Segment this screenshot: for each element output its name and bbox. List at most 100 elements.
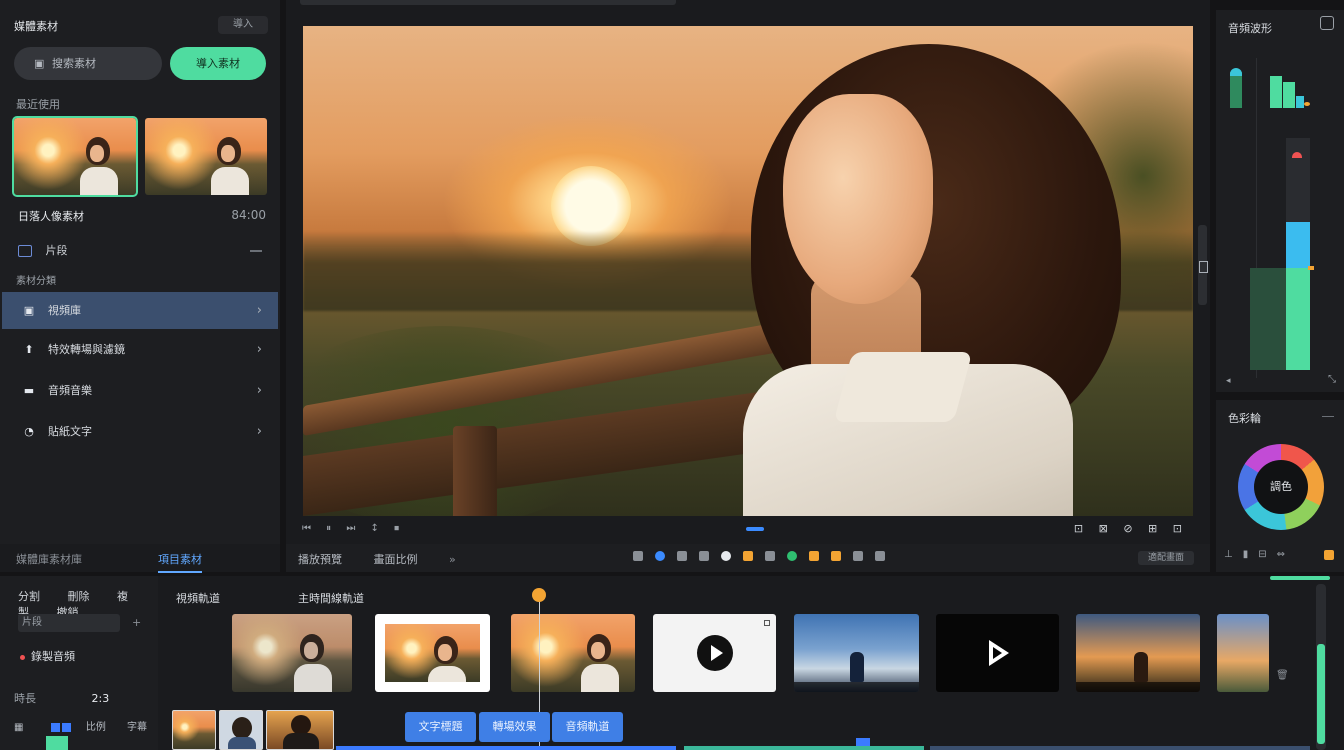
timeline-clip[interactable] [1076,614,1200,692]
tool-split[interactable]: 分割 [18,590,40,603]
color-wheel[interactable]: 調色 [1238,444,1324,530]
panel-import-button[interactable]: 導入 [218,16,268,34]
zoom-indicator [1270,576,1330,580]
row-label: 比例 [85,722,106,733]
timeline-scrollbar[interactable] [1316,584,1326,750]
play-icon[interactable] [696,635,733,671]
menu-item-stickers[interactable]: ◔ 貼紙文字 › [2,413,278,450]
row-label: 字幕 [127,722,148,733]
toolbar-tool-icon[interactable] [765,551,775,561]
timeline-clip-selected[interactable] [375,614,490,692]
timeline-clip[interactable] [232,614,352,692]
import-media-button[interactable]: 導入素材 [170,47,266,80]
search-pill-label: 搜索素材 [52,57,96,70]
audio-thumb[interactable] [266,710,334,750]
text-track-tag[interactable]: 文字標題 [405,712,476,742]
timeline-sidebar: 分割 刪除 複製 撤銷 片段 + 錄製音頻 時長 2:3 ▦ 比例 字幕 [0,576,158,750]
preview-panel: ⏮ ⏸ ⏭ ↕ ⏹ ⊡ ⊠ ⊘ ⊞ ⊡ 播放預覽 畫面比例 » 適配畫面 [286,0,1210,572]
menu-item-effects[interactable]: ⬆ 特效轉場與濾鏡 › [2,331,278,368]
meter-bar [1270,76,1282,108]
toolbar-more[interactable]: » [449,553,456,566]
toolbar-tool-icon[interactable] [853,551,863,561]
blue-block [50,722,60,732]
preview-toolbar: 播放預覽 畫面比例 » 適配畫面 [286,544,1210,572]
tool-icon-row [633,551,897,564]
menu-item-audio[interactable]: ▬ 音頻音樂 › [2,372,278,409]
track-marker [856,738,870,746]
clip-row[interactable]: 片段 [18,242,266,260]
audio-track-tag[interactable]: 音頻軌道 [552,712,623,742]
toolbar-left: 播放預覽 畫面比例 » [298,551,484,567]
preview-side-handle[interactable] [1198,225,1208,305]
portrait-figure [78,133,118,195]
main-track-header: 主時間線軌道 [298,592,364,605]
level-fill-green [1286,268,1310,370]
playhead[interactable] [532,588,546,602]
toolbar-tool-icon[interactable] [787,551,797,561]
timeline-clip[interactable] [511,614,635,692]
toolbar-tool-icon[interactable] [721,551,731,561]
menu-item-label: 特效轉場與濾鏡 [48,343,125,356]
toolbar-tool-icon[interactable] [875,551,885,561]
timer-icon: ◔ [24,425,34,438]
tab-project-media[interactable]: 項目素材 [158,551,202,573]
clip-icon [18,245,32,257]
toolbar-tool-icon[interactable] [743,551,753,561]
chevron-right-icon: › [256,342,262,357]
play-outline-icon[interactable] [983,638,1013,668]
close-icon[interactable] [1320,16,1334,30]
chevron-right-icon: › [256,424,262,439]
toolbar-tool-icon[interactable] [831,551,841,561]
timeline-panel: 分割 刪除 複製 撤銷 片段 + 錄製音頻 時長 2:3 ▦ 比例 字幕 視頻軌… [0,576,1344,750]
minimize-icon[interactable] [1322,416,1334,417]
portrait-figure [209,133,249,195]
media-thumb-1[interactable] [12,116,138,197]
tab-library[interactable]: 媒體庫素材庫 [16,551,82,567]
timeline-clip-video[interactable] [653,614,776,692]
search-pill[interactable]: ▣ 搜索素材 [14,47,162,80]
timeline-clip-partial[interactable] [1217,614,1269,692]
track-strip [336,746,676,750]
scrubber[interactable] [746,527,764,531]
clip-controls-bar [1076,682,1200,692]
transition-track-tag[interactable]: 轉場效果 [479,712,550,742]
tool-delete[interactable]: 刪除 [68,590,90,603]
meter-left-icon: ◂ [1226,376,1231,386]
timeline-clip-video[interactable] [936,614,1059,692]
preview-tools[interactable]: ⊡ ⊠ ⊘ ⊞ ⊡ [1074,522,1188,535]
toolbar-tool-icon[interactable] [809,551,819,561]
panel-footer-icons[interactable]: ⊥▮⊟⇔ [1224,549,1295,560]
media-row-title: 日落人像素材 [18,210,84,223]
menu-item-video-library[interactable]: ▣ 視頻庫 › [2,292,278,329]
toolbar-tool-icon[interactable] [677,551,687,561]
toolbar-tool-icon[interactable] [655,551,665,561]
record-audio-button[interactable]: 錄製音頻 [20,648,75,664]
audio-thumb[interactable] [219,710,263,750]
toolbar-tool-icon[interactable] [633,551,643,561]
audio-meter-panel: 音頻波形 ◂ ⤡ [1216,10,1344,392]
playback-controls[interactable]: ⏮ ⏸ ⏭ ↕ ⏹ [302,523,405,534]
section-label: 最近使用 [16,98,60,111]
toolbar-item[interactable]: 畫面比例 [374,553,418,566]
menu-item-label: 視頻庫 [48,304,81,317]
color-wheel-panel: 色彩輪 調色 ⊥▮⊟⇔ [1216,400,1344,572]
color-swatch[interactable] [1324,550,1334,560]
timeline-clip[interactable] [794,614,919,692]
meter-bar [1230,72,1242,108]
media-thumb-2[interactable] [145,118,267,195]
corner-icon [764,620,770,626]
toolbar-tool-icon[interactable] [699,551,709,561]
railing-post [453,426,497,516]
fit-button[interactable]: 適配畫面 [1138,551,1194,565]
toolbar-item[interactable]: 播放預覽 [298,553,342,566]
video-track-header: 視頻軌道 [176,592,220,605]
meter-dot [1304,102,1310,106]
add-icon[interactable]: + [132,616,141,629]
meter-bar [1296,96,1304,108]
trash-icon[interactable]: 🗑 [1276,670,1289,681]
dash-icon [250,250,262,252]
video-preview[interactable] [303,26,1193,516]
audio-thumb[interactable] [172,710,216,750]
clip-search-input[interactable]: 片段 [18,614,120,632]
level-fill-dark [1250,268,1286,370]
